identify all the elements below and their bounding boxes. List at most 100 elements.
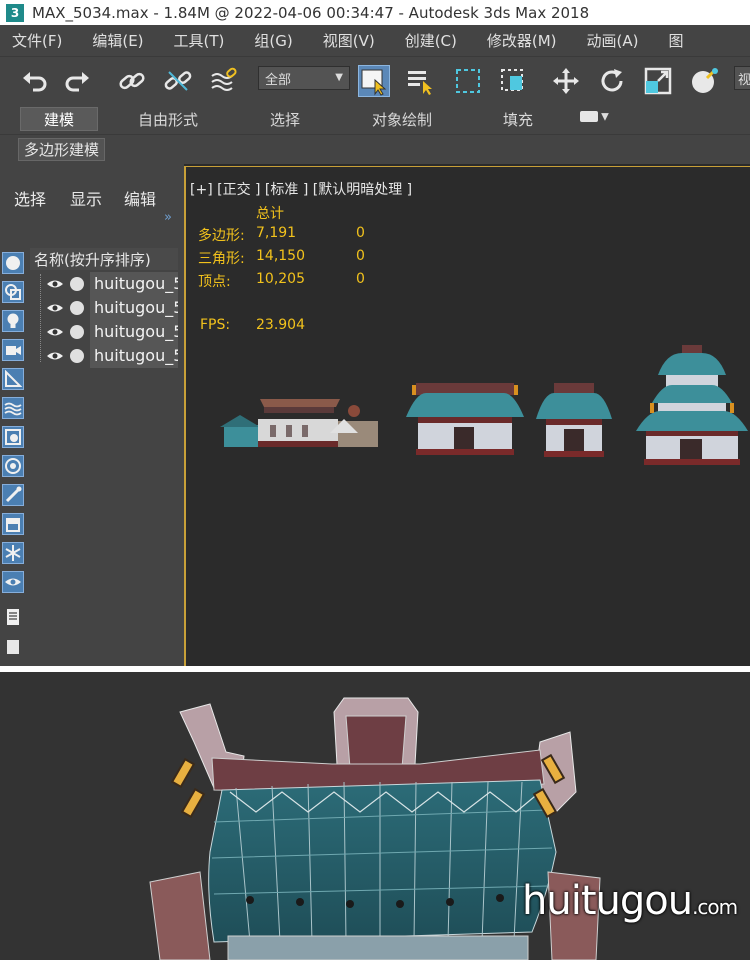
filter-hidden-button[interactable]	[2, 571, 24, 593]
reference-coordinate-dropdown[interactable]: 视	[734, 66, 750, 90]
menu-animation[interactable]: 动画(A)	[587, 30, 639, 51]
expand-chevron-icon[interactable]: »	[164, 210, 172, 225]
menu-edit[interactable]: 编辑(E)	[92, 30, 143, 51]
tab-selection[interactable]: 选择	[250, 107, 320, 131]
filter-geometry-button[interactable]	[2, 252, 24, 274]
select-by-name-button[interactable]	[404, 65, 436, 97]
filter-lights-button[interactable]	[2, 310, 24, 332]
menu-views[interactable]: 视图(V)	[323, 30, 375, 51]
orthographic-viewport[interactable]: [+] [正交 ] [标准 ] [默认明暗处理 ] 总计 多边形: 7,191 …	[184, 166, 750, 666]
filter-spacewarps-button[interactable]	[2, 397, 24, 419]
eye-icon	[5, 578, 21, 586]
object-row[interactable]: huitugou_5	[30, 296, 178, 320]
freeze-toggle-icon[interactable]	[70, 349, 84, 363]
spacewarp-wave-icon	[4, 402, 22, 416]
filter-frozen-button[interactable]	[2, 542, 24, 564]
object-name[interactable]: huitugou_5	[90, 296, 178, 320]
redo-icon	[65, 72, 89, 92]
filter-xrefs-button[interactable]	[2, 455, 24, 477]
watermark-suffix: .com	[692, 895, 738, 919]
app-window: 3 MAX_5034.max - 1.84M @ 2022-04-06 00:3…	[0, 0, 750, 960]
tab-populate[interactable]: 填充	[488, 107, 548, 131]
filter-groups-button[interactable]	[2, 426, 24, 448]
filter-shapes-button[interactable]	[2, 281, 24, 303]
select-cursor-icon	[361, 69, 387, 96]
freeze-toggle-icon[interactable]	[70, 277, 84, 291]
stats-vertices-label: 顶点:	[198, 274, 231, 290]
bone-icon	[5, 486, 22, 503]
visibility-eye-icon[interactable]	[46, 326, 64, 338]
rotate-button[interactable]	[596, 65, 628, 97]
placement-button[interactable]	[688, 65, 720, 97]
object-name[interactable]: huitugou_5	[90, 320, 178, 344]
menu-create[interactable]: 创建(C)	[405, 30, 457, 51]
filter-helpers-button[interactable]	[2, 368, 24, 390]
explorer-menu-display[interactable]: 显示	[70, 186, 102, 210]
object-name[interactable]: huitugou_5	[90, 272, 178, 296]
polygon-modeling-panel[interactable]: 多边形建模	[18, 138, 106, 161]
move-icon	[553, 68, 579, 94]
object-name[interactable]: huitugou_5	[90, 344, 178, 368]
huitugou-watermark: huitugou.com	[522, 878, 738, 924]
freeze-toggle-icon[interactable]	[70, 325, 84, 339]
bind-spacewarp-button[interactable]	[208, 65, 240, 97]
visibility-eye-icon[interactable]	[46, 278, 64, 290]
filter-all-button[interactable]	[2, 606, 24, 628]
building-model-long-hall[interactable]	[220, 379, 386, 451]
explorer-menu-edit[interactable]: 编辑	[124, 186, 156, 210]
tab-modeling[interactable]: 建模	[20, 107, 98, 131]
name-column-header[interactable]: 名称(按升序排序)	[30, 248, 178, 270]
menu-group[interactable]: 组(G)	[254, 30, 292, 51]
menu-tools[interactable]: 工具(T)	[174, 30, 225, 51]
dropdown-arrow-icon: ▼	[335, 72, 343, 83]
undo-button[interactable]	[18, 65, 50, 97]
visibility-eye-icon[interactable]	[46, 350, 64, 362]
stats-polygons-label: 多边形:	[198, 228, 245, 244]
unlink-icon	[164, 71, 192, 91]
blank-page-icon	[7, 640, 19, 654]
viewport-label-menu[interactable]: [+] [正交 ] [标准 ] [默认明暗处理 ]	[190, 179, 412, 199]
filter-none-button[interactable]	[2, 636, 24, 658]
lightbulb-icon	[7, 313, 19, 328]
menu-file[interactable]: 文件(F)	[12, 30, 62, 51]
rotate-icon	[601, 69, 623, 92]
placement-icon	[692, 68, 718, 93]
ribbon-options-button[interactable]: ▼	[580, 111, 614, 127]
watermark-text: huitugou	[522, 878, 693, 924]
helper-ruler-icon	[5, 370, 22, 387]
window-crossing-button[interactable]	[497, 65, 529, 97]
object-row[interactable]: huitugou_5	[30, 272, 178, 296]
filter-containers-button[interactable]	[2, 513, 24, 535]
menu-graph[interactable]: 图	[669, 30, 684, 51]
explorer-menu: 选择 显示 编辑	[0, 182, 184, 210]
tab-freeform[interactable]: 自由形式	[120, 107, 216, 131]
container-icon	[6, 518, 20, 532]
redo-button[interactable]	[62, 65, 94, 97]
scale-button[interactable]	[642, 65, 674, 97]
ribbon-options-icon	[580, 111, 598, 122]
ribbon-panel: 多边形建模	[0, 134, 750, 164]
building-model-tower[interactable]	[636, 345, 748, 465]
select-object-button[interactable]	[358, 65, 390, 97]
building-model-wide-pavilion[interactable]	[406, 377, 524, 457]
explorer-menu-select[interactable]: 选择	[14, 186, 46, 210]
visibility-eye-icon[interactable]	[46, 302, 64, 314]
link-button[interactable]	[116, 65, 148, 97]
freeze-toggle-icon[interactable]	[70, 301, 84, 315]
unlink-button[interactable]	[162, 65, 194, 97]
main-toolbar: 全部 ▼ 视	[0, 56, 750, 104]
object-row[interactable]: huitugou_5	[30, 344, 178, 368]
rect-selection-region-button[interactable]	[452, 65, 484, 97]
title-bar: 3 MAX_5034.max - 1.84M @ 2022-04-06 00:3…	[0, 0, 750, 25]
object-row[interactable]: huitugou_5	[30, 320, 178, 344]
menu-modifiers[interactable]: 修改器(M)	[487, 30, 557, 51]
building-model-gatehouse[interactable]	[536, 379, 612, 457]
menu-bar: 文件(F) 编辑(E) 工具(T) 组(G) 视图(V) 创建(C) 修改器(M…	[0, 25, 750, 56]
selection-filter-dropdown[interactable]: 全部 ▼	[258, 66, 350, 90]
filter-bones-button[interactable]	[2, 484, 24, 506]
move-button[interactable]	[550, 65, 582, 97]
tab-object-paint[interactable]: 对象绘制	[352, 107, 452, 131]
scale-icon	[644, 67, 672, 95]
filter-cameras-button[interactable]	[2, 339, 24, 361]
snowflake-icon	[5, 545, 21, 561]
